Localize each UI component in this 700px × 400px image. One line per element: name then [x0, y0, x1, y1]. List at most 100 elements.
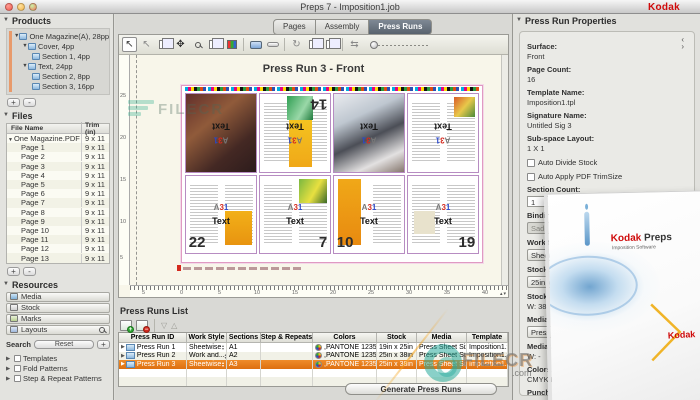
- imposed-page[interactable]: A31Text 19: [407, 175, 479, 255]
- press-runs-table-header[interactable]: Press Run ID Work Style Sections Step & …: [119, 333, 508, 343]
- title-bar[interactable]: Preps 7 - Imposition1.job Kodak: [0, 0, 700, 14]
- work-style-stepper[interactable]: ▴▾: [222, 344, 224, 350]
- assign-pages-button[interactable]: [224, 37, 239, 52]
- file-row[interactable]: Page 129 x 11: [7, 244, 109, 253]
- reset-search-button[interactable]: Reset: [34, 340, 94, 349]
- press-run-row[interactable]: ▶Press Run 2 Work and...▴▾ A2 ,PANTONE 1…: [119, 352, 508, 361]
- disclosure-triangle-icon[interactable]: ▶: [6, 366, 12, 372]
- press-run-properties-header[interactable]: Press Run Properties: [513, 14, 700, 27]
- file-row[interactable]: Page 69 x 11: [7, 189, 109, 198]
- pan-tool-button[interactable]: ✥: [173, 37, 188, 52]
- file-row[interactable]: Page 119 x 11: [7, 235, 109, 244]
- group-pages-button[interactable]: [306, 37, 321, 52]
- file-row[interactable]: Page 99 x 11: [7, 217, 109, 226]
- imposed-page[interactable]: A31Text 10: [333, 175, 405, 255]
- tab-assembly[interactable]: Assembly: [316, 19, 370, 35]
- press-sheet[interactable]: A31Text A31Text 14: [181, 85, 483, 263]
- file-row[interactable]: Page 19 x 11: [7, 143, 109, 152]
- rotate-button[interactable]: ↻: [289, 37, 304, 52]
- move-down-button[interactable]: ▽: [161, 321, 167, 330]
- generate-press-runs-button[interactable]: Generate Press Runs: [345, 383, 497, 395]
- file-row[interactable]: Page 49 x 11: [7, 171, 109, 180]
- move-up-button[interactable]: △: [171, 321, 177, 330]
- center-work-area: Pages Assembly Press Runs ↖ ↖ ✥ ▾ ↻: [115, 14, 512, 400]
- templates-tree-item[interactable]: ▶Templates: [6, 354, 113, 364]
- tab-press-runs[interactable]: Press Runs: [369, 19, 432, 35]
- product-tree-item[interactable]: ▼One Magazine(A), 28pp: [7, 31, 109, 41]
- files-table-header[interactable]: File Name Trim (in): [7, 124, 109, 134]
- remove-file-button[interactable]: -: [23, 267, 36, 276]
- product-tree-item[interactable]: Section 1, 4pp: [7, 51, 109, 61]
- imposed-page[interactable]: A31Text: [407, 93, 479, 173]
- files-section-header[interactable]: Files: [0, 109, 113, 122]
- auto-apply-trimsize-checkbox[interactable]: [527, 173, 535, 181]
- surface-nav-arrows[interactable]: ‹›: [681, 36, 684, 50]
- remove-product-button[interactable]: -: [23, 98, 36, 107]
- tab-pages[interactable]: Pages: [273, 19, 316, 35]
- pages-view-button[interactable]: ▾: [207, 37, 222, 52]
- templates-checkbox[interactable]: [14, 355, 21, 362]
- canvas-vertical-scrollbar[interactable]: [501, 55, 508, 285]
- minimize-window-button[interactable]: [17, 3, 25, 11]
- file-row[interactable]: Page 79 x 11: [7, 198, 109, 207]
- close-window-button[interactable]: [5, 3, 13, 11]
- collapse-button[interactable]: [265, 37, 280, 52]
- step-repeat-checkbox[interactable]: [14, 375, 21, 382]
- imposed-page[interactable]: A31Text: [333, 93, 405, 173]
- add-product-button[interactable]: +: [7, 98, 20, 107]
- resources-stock-button[interactable]: Stock: [6, 303, 110, 313]
- file-row[interactable]: Page 59 x 11: [7, 180, 109, 189]
- work-style-stepper[interactable]: ▴▾: [222, 361, 224, 367]
- product-tree-item[interactable]: ▼Cover, 4pp: [7, 41, 109, 51]
- magnify-tool-button[interactable]: [190, 37, 205, 52]
- auto-apply-trimsize-row[interactable]: Auto Apply PDF TrimSize: [527, 172, 687, 181]
- step-repeat-tree-item[interactable]: ▶Step & Repeat Patterns: [6, 374, 113, 384]
- press-run-row[interactable]: ▶Press Run 1 Sheetwise▴▾ A1 ,PANTONE 123…: [119, 343, 508, 352]
- expand-row-icon[interactable]: ▶: [121, 353, 125, 359]
- file-row[interactable]: Page 89 x 11: [7, 208, 109, 217]
- flip-surface-button[interactable]: ⇆: [347, 37, 362, 52]
- press-run-row-selected[interactable]: ▶Press Run 3 Sheetwise▴▾ A3 ,PANTONE 123…: [119, 360, 508, 369]
- zoom-area-tool-button[interactable]: [156, 37, 171, 52]
- resources-layouts-button[interactable]: Layouts: [6, 325, 110, 335]
- add-file-button[interactable]: +: [7, 267, 20, 276]
- preview-mode-button[interactable]: [248, 37, 263, 52]
- expand-row-icon[interactable]: ▶: [121, 361, 125, 367]
- file-row[interactable]: One Magazine.PDF9 x 11: [7, 134, 109, 143]
- file-row[interactable]: Page 109 x 11: [7, 226, 109, 235]
- ungroup-pages-button[interactable]: [323, 37, 338, 52]
- fold-patterns-checkbox[interactable]: [14, 365, 21, 372]
- zoom-window-button[interactable]: [29, 3, 37, 11]
- canvas-resize-arrows[interactable]: ▴▾: [500, 291, 507, 297]
- add-press-run-button[interactable]: +: [120, 320, 132, 331]
- fold-patterns-tree-item[interactable]: ▶Fold Patterns: [6, 364, 113, 374]
- imposed-page[interactable]: A31Text 7: [259, 175, 331, 255]
- product-tree-item[interactable]: Section 2, 8pp: [7, 71, 109, 81]
- resources-marks-button[interactable]: Marks: [6, 314, 110, 324]
- product-tree-item[interactable]: ▼Text, 24pp: [7, 61, 109, 71]
- press-runs-table: Press Run ID Work Style Sections Step & …: [118, 332, 509, 387]
- canvas-viewport[interactable]: Press Run 3 - Front 25 20 15 10 5: [119, 55, 508, 297]
- remove-press-run-button[interactable]: −: [136, 320, 148, 331]
- imposed-page[interactable]: A31Text 14: [259, 93, 331, 173]
- resources-section-header[interactable]: Resources: [0, 278, 113, 291]
- file-row[interactable]: Page 29 x 11: [7, 152, 109, 161]
- imposed-page[interactable]: A31Text 22: [185, 175, 257, 255]
- zoom-slider[interactable]: [370, 40, 428, 50]
- product-tree-item[interactable]: Section 3, 16pp: [7, 81, 109, 91]
- add-search-button[interactable]: +: [97, 340, 110, 349]
- resources-media-button[interactable]: Media: [6, 292, 110, 302]
- column-file-name[interactable]: File Name: [7, 125, 81, 132]
- select-tool-button[interactable]: ↖: [122, 37, 137, 52]
- disclosure-triangle-icon[interactable]: ▶: [6, 356, 12, 362]
- expand-row-icon[interactable]: ▶: [121, 344, 125, 350]
- disclosure-triangle-icon[interactable]: ▶: [6, 376, 12, 382]
- file-row[interactable]: Page 39 x 11: [7, 162, 109, 171]
- auto-divide-stock-row[interactable]: Auto Divide Stock: [527, 158, 687, 167]
- file-row[interactable]: Page 139 x 11: [7, 253, 109, 262]
- auto-divide-stock-checkbox[interactable]: [527, 159, 535, 167]
- imposed-page[interactable]: A31Text: [185, 93, 257, 173]
- products-section-header[interactable]: Products: [0, 14, 113, 27]
- direct-select-tool-button[interactable]: ↖: [139, 37, 154, 52]
- zoom-slider-handle[interactable]: [370, 41, 378, 49]
